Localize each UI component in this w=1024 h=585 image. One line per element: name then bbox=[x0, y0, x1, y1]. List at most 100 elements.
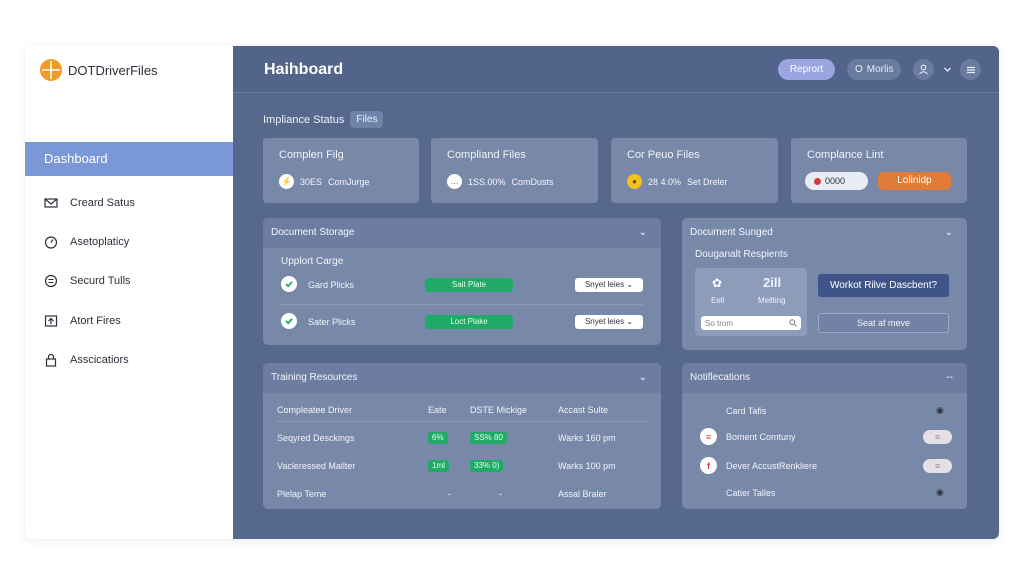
settings-icon: ✿ bbox=[712, 276, 723, 290]
menu-glyph-icon bbox=[966, 66, 975, 73]
top-bar: Haihboard Reprort O Morlis bbox=[233, 46, 999, 93]
user-glyph-icon bbox=[919, 64, 928, 75]
chevron-down-icon[interactable]: ⌄ bbox=[639, 363, 647, 393]
sidebar-item-securd-tulls[interactable]: Securd Tulls bbox=[44, 274, 131, 288]
panel-header[interactable]: Document Sunged ⌄ bbox=[682, 218, 967, 248]
lint-action-button[interactable]: Lolinidp bbox=[878, 172, 951, 190]
training-badge: 1ml bbox=[428, 460, 449, 472]
chevron-down-icon[interactable] bbox=[937, 59, 958, 80]
files-chip[interactable]: Files bbox=[350, 111, 384, 128]
training-resources-panel: Training Resources ⌄ Compleatee Driver E… bbox=[263, 363, 661, 509]
training-row-name: Seqyred Desckings bbox=[277, 433, 355, 443]
secondary-button[interactable]: Seat af meve bbox=[818, 313, 949, 333]
card-title: Complance Lint bbox=[807, 149, 884, 161]
notification-label: Card Tafis bbox=[726, 406, 767, 416]
user-icon[interactable] bbox=[913, 59, 934, 80]
check-icon bbox=[281, 276, 297, 292]
stat-row: ⚡ 30ES ComJurge bbox=[279, 174, 370, 189]
search-placeholder: So trom bbox=[705, 318, 734, 328]
training-row-suite: Assal Braler bbox=[558, 489, 607, 499]
column-header: DSTE Mickige bbox=[470, 405, 528, 415]
signed-subtitle: Douganalt Respients bbox=[695, 249, 788, 260]
storage-subtitle: Upplort Carge bbox=[281, 256, 344, 267]
training-row-eate: - bbox=[448, 489, 451, 499]
stat-value: 1SS.00% bbox=[468, 176, 506, 187]
notification-label: Catier Talles bbox=[726, 488, 776, 498]
report-button[interactable]: Reprort bbox=[778, 59, 835, 80]
training-badge: 33% 0) bbox=[470, 460, 504, 472]
notification-label: Boment Comtuny bbox=[726, 432, 796, 442]
recipients-box: ✿ Eell 2ill Mellting So trom bbox=[695, 268, 807, 336]
document-storage-panel: Document Storage ⌄ Upplort Carge Gard Pl… bbox=[263, 218, 661, 345]
panel-header[interactable]: Notiflecations -- bbox=[682, 363, 967, 393]
card-title: Compliand Files bbox=[447, 149, 526, 161]
stat-value: 30ES bbox=[300, 176, 323, 187]
card-title: Complen Filg bbox=[279, 149, 344, 161]
sidebar-item-label: Securd Tulls bbox=[70, 275, 131, 287]
select-value: Snyet leies bbox=[584, 280, 625, 289]
training-row-suite: Warks 100 pm bbox=[558, 461, 616, 471]
stat-card-cor-peuo-files[interactable]: Cor Peuo Files ● 28 4.0% Set Dreler bbox=[611, 138, 778, 203]
sidebar-item-label: Asscicatiors bbox=[70, 354, 129, 366]
divider bbox=[281, 304, 643, 305]
lint-value: 0000 bbox=[825, 176, 846, 186]
notification-toggle[interactable]: ≡ bbox=[923, 459, 952, 473]
section-title: Impliance Status bbox=[263, 113, 345, 126]
user-prefix: O bbox=[855, 64, 863, 75]
sidebar-item-atort-fires[interactable]: Atort Fires bbox=[44, 314, 121, 328]
main-content: Haihboard Reprort O Morlis Impliance Sta… bbox=[233, 46, 999, 539]
stat-value: 28 4.0% bbox=[648, 176, 682, 187]
chevron-down-icon[interactable]: ⌄ bbox=[639, 218, 647, 248]
sidebar-item-label: Asetoplaticy bbox=[70, 236, 130, 248]
notifications-panel: Notiflecations -- Card Tafis ◉ ≡ Boment … bbox=[682, 363, 967, 509]
upload-icon bbox=[44, 315, 58, 327]
training-badge: 6% bbox=[428, 432, 448, 444]
storage-row-label: Sater Plicks bbox=[308, 317, 356, 327]
notification-facebook-icon: f bbox=[700, 457, 717, 474]
card-title: Cor Peuo Files bbox=[627, 149, 700, 161]
sidebar-item-dashboard[interactable]: Dashboard bbox=[25, 142, 233, 176]
training-row-name: Plelap Teme bbox=[277, 489, 327, 499]
sidebar-item-creard-satus[interactable]: Creard Satus bbox=[44, 196, 135, 210]
radio-icon[interactable]: ◉ bbox=[936, 487, 944, 498]
training-badge: SS% 80 bbox=[470, 432, 507, 444]
sidebar-item-label: Atort Fires bbox=[70, 315, 121, 327]
stat-card-complen-filg[interactable]: Complen Filg ⚡ 30ES ComJurge bbox=[263, 138, 419, 203]
panel-header[interactable]: Document Storage ⌄ bbox=[263, 218, 661, 248]
bolt-icon: ⚡ bbox=[279, 174, 294, 189]
notification-alert-icon: ≡ bbox=[700, 428, 717, 445]
chevron-down-icon[interactable]: ⌄ bbox=[945, 218, 953, 248]
app-window: DOTDriverFiles Dashboard Creard Satus As… bbox=[25, 46, 999, 539]
user-button[interactable]: O Morlis bbox=[847, 59, 902, 80]
status-badge: Sait Plate bbox=[425, 278, 513, 292]
storage-select[interactable]: Snyet leies ⌄ bbox=[575, 315, 643, 329]
select-value: Snyet leies bbox=[584, 317, 625, 326]
recipient-search-input[interactable]: So trom bbox=[701, 316, 801, 330]
notification-toggle[interactable]: ≡ bbox=[923, 430, 952, 444]
check-icon bbox=[281, 313, 297, 329]
panel-header[interactable]: Training Resources ⌄ bbox=[263, 363, 661, 393]
storage-select[interactable]: Snyet leies ⌄ bbox=[575, 278, 643, 292]
stat-card-complance-lint[interactable]: Complance Lint 0000 Lolinidp bbox=[791, 138, 967, 203]
chevron-glyph-icon bbox=[944, 67, 951, 72]
document-signed-panel: Document Sunged ⌄ Douganalt Respients ✿ … bbox=[682, 218, 967, 350]
notification-label: Dever AccustRenkliere bbox=[726, 461, 818, 471]
brand-name: DOTDriverFiles bbox=[68, 62, 158, 78]
lock-icon bbox=[45, 353, 57, 367]
lint-count: 0000 bbox=[805, 172, 868, 190]
panel-title: Training Resources bbox=[271, 372, 358, 383]
sidebar-item-asscicatiors[interactable]: Asscicatiors bbox=[44, 353, 129, 367]
recipients-left-label: Eell bbox=[711, 296, 725, 305]
workflow-button[interactable]: Workot Rilve Dascbent? bbox=[818, 274, 949, 297]
stat-caption: ComJurge bbox=[328, 176, 370, 187]
brand[interactable]: DOTDriverFiles bbox=[40, 59, 158, 81]
menu-icon[interactable] bbox=[960, 59, 981, 80]
status-badge: Loct Plake bbox=[425, 315, 513, 329]
alert-icon: ● bbox=[627, 174, 642, 189]
sidebar-item-asetoplaticy[interactable]: Asetoplaticy bbox=[44, 235, 129, 249]
divider bbox=[277, 421, 647, 422]
stat-card-compliand-files[interactable]: Compliand Files … 1SS.00% ComDusts bbox=[431, 138, 598, 203]
radio-icon[interactable]: ◉ bbox=[936, 405, 944, 416]
stat-caption: ComDusts bbox=[511, 176, 554, 187]
collapse-icon[interactable]: -- bbox=[946, 363, 953, 393]
